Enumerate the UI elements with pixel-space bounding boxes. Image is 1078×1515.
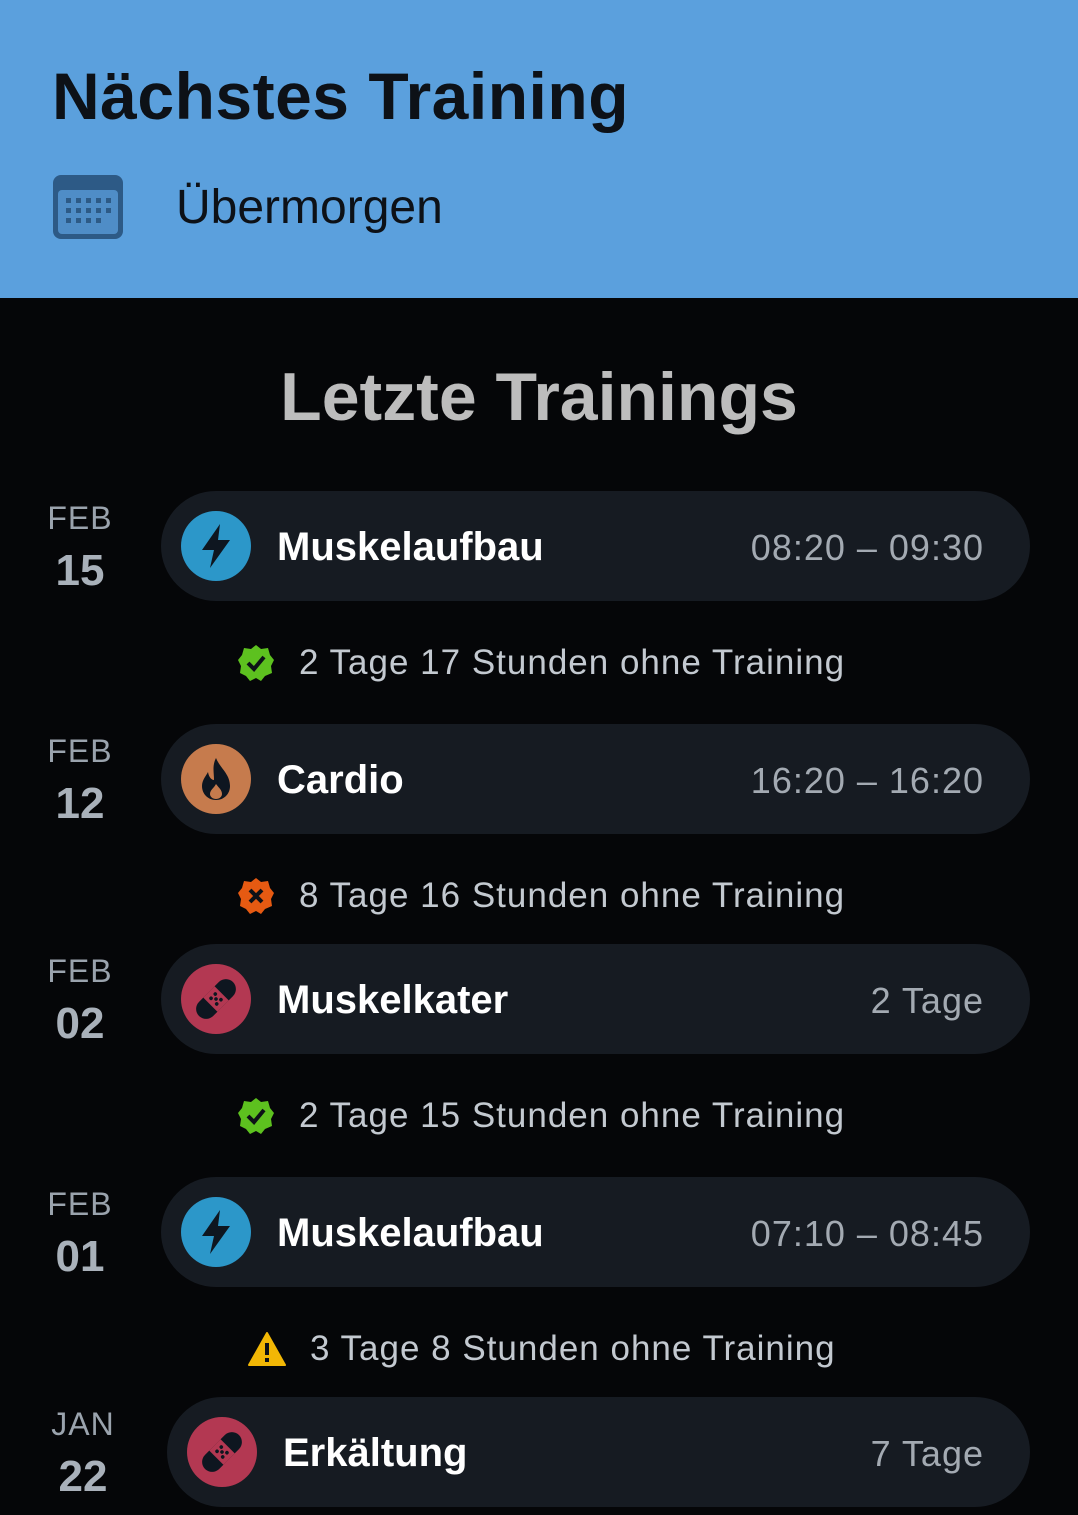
training-card-muskelaufbau[interactable]: Muskelaufbau 08:20 – 09:30: [161, 491, 1030, 601]
training-name: Muskelkater: [277, 978, 509, 1022]
training-duration: 2 Tage: [870, 980, 984, 1021]
flame-icon: [181, 744, 251, 814]
check-badge-icon: [238, 1098, 274, 1134]
gap-row: 8 Tage 16 Stunden ohne Training: [237, 871, 845, 921]
entry-day: 22: [58, 1452, 108, 1501]
entry-day: 15: [55, 546, 105, 595]
next-training-when: Übermorgen: [176, 181, 443, 234]
entry-month: FEB: [47, 500, 113, 536]
training-card-muskelkater[interactable]: Muskelkater 2 Tage: [161, 944, 1030, 1054]
training-time: 08:20 – 09:30: [750, 527, 984, 568]
bandage-icon: [187, 1417, 257, 1487]
check-badge-icon: [238, 645, 274, 681]
training-name: Erkältung: [283, 1431, 468, 1475]
bandage-icon: [181, 964, 251, 1034]
training-duration: 7 Tage: [870, 1433, 984, 1474]
training-card-erkaeltung[interactable]: Erkältung 7 Tage: [167, 1397, 1030, 1507]
gap-text: 3 Tage 8 Stunden ohne Training: [310, 1329, 836, 1368]
training-name: Muskelaufbau: [277, 525, 544, 569]
gap-text: 2 Tage 15 Stunden ohne Training: [299, 1096, 846, 1135]
lightning-icon: [181, 1197, 251, 1267]
gap-text: 8 Tage 16 Stunden ohne Training: [299, 876, 846, 915]
lightning-icon: [181, 511, 251, 581]
next-training-title: Nächstes Training: [52, 59, 630, 133]
entry-day: 01: [55, 1232, 105, 1281]
entry-month: FEB: [47, 733, 113, 769]
cross-badge-icon: [238, 878, 274, 914]
entry-day: 02: [55, 999, 105, 1048]
recent-trainings-title: Letzte Trainings: [280, 359, 798, 435]
entry-month: FEB: [47, 1186, 113, 1222]
training-time: 16:20 – 16:20: [750, 760, 984, 801]
calendar-icon: [53, 175, 123, 239]
training-name: Cardio: [277, 758, 404, 802]
gap-text: 2 Tage 17 Stunden ohne Training: [299, 643, 846, 682]
entry-day: 12: [55, 779, 105, 828]
training-time: 07:10 – 08:45: [750, 1213, 984, 1254]
entry-month: JAN: [51, 1406, 115, 1442]
entry-month: FEB: [47, 953, 113, 989]
training-name: Muskelaufbau: [277, 1211, 544, 1255]
gap-row: 2 Tage 15 Stunden ohne Training: [237, 1091, 845, 1141]
training-card-cardio[interactable]: Cardio 16:20 – 16:20: [161, 724, 1030, 834]
gap-row: 2 Tage 17 Stunden ohne Training: [237, 638, 845, 688]
warning-icon: [248, 1332, 286, 1366]
next-training-header[interactable]: Nächstes Training Übermorgen: [0, 0, 1078, 298]
gap-row: 3 Tage 8 Stunden ohne Training: [248, 1324, 836, 1374]
training-card-muskelaufbau[interactable]: Muskelaufbau 07:10 – 08:45: [161, 1177, 1030, 1287]
